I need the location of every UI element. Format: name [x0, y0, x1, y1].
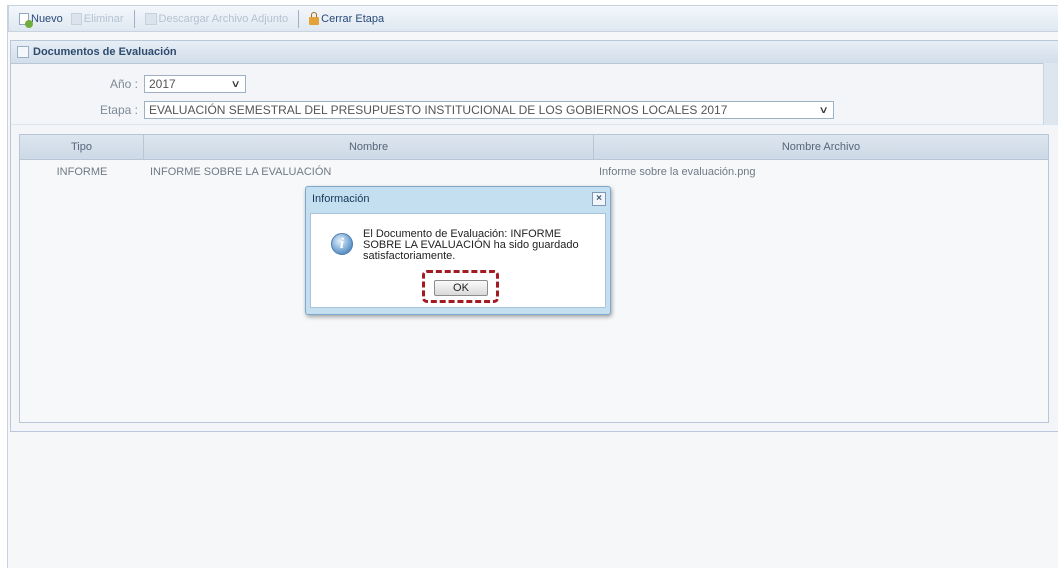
chevron-down-icon: ∨: [818, 104, 829, 116]
download-button-label: Descargar Archivo Adjunto: [158, 12, 289, 25]
panel-title: Documentos de Evaluación: [33, 46, 177, 58]
information-dialog: Información × i El Documento de Evaluaci…: [305, 186, 611, 315]
close-icon[interactable]: ×: [592, 192, 606, 206]
ok-button[interactable]: OK: [434, 280, 488, 296]
dialog-body: i El Documento de Evaluación: INFORME SO…: [310, 213, 606, 308]
panel-header: Documentos de Evaluación: [11, 41, 1058, 64]
stage-row: Etapa : EVALUACIÓN SEMESTRAL DEL PRESUPU…: [11, 101, 834, 119]
document-icon: [17, 46, 29, 58]
cell-nombre-archivo: Informe sobre la evaluación.png: [599, 166, 756, 178]
year-label: Año :: [109, 77, 138, 91]
year-row: Año : 2017 ∨: [11, 75, 246, 93]
dialog-title: Información: [312, 193, 370, 205]
new-button[interactable]: Nuevo: [15, 9, 67, 29]
cell-tipo: INFORME: [56, 166, 108, 178]
delete-button-label: Eliminar: [83, 12, 124, 25]
toolbar-separator: [298, 9, 300, 28]
grid-header: Tipo Nombre Nombre Archivo: [20, 135, 1048, 160]
new-document-icon: [19, 12, 33, 28]
dialog-titlebar[interactable]: Información ×: [306, 187, 610, 211]
filter-form: Año : 2017 ∨ Etapa : EVALUACIÓN SEMESTRA…: [11, 64, 1058, 125]
close-stage-button[interactable]: Cerrar Etapa: [305, 9, 388, 29]
dialog-message: El Documento de Evaluación: INFORME SOBR…: [363, 228, 579, 262]
column-header-tipo[interactable]: Tipo: [20, 135, 144, 159]
toolbar: Nuevo Eliminar Descargar Archivo Adjunto…: [8, 5, 1058, 32]
delete-icon: [70, 12, 82, 25]
download-icon: [144, 12, 157, 25]
close-stage-label: Cerrar Etapa: [321, 12, 385, 25]
cell-nombre: INFORME SOBRE LA EVALUACIÓN: [150, 166, 332, 178]
stage-label: Etapa :: [99, 103, 138, 117]
table-row[interactable]: INFORME INFORME SOBRE LA EVALUACIÓN Info…: [20, 160, 1048, 184]
column-header-nombre-archivo[interactable]: Nombre Archivo: [594, 135, 1048, 159]
info-icon: i: [331, 233, 353, 255]
year-select[interactable]: 2017 ∨: [144, 75, 246, 93]
vertical-scrollbar[interactable]: [1043, 63, 1058, 125]
column-header-nombre[interactable]: Nombre: [144, 135, 594, 159]
chevron-down-icon: ∨: [230, 78, 241, 90]
new-button-label: Nuevo: [31, 12, 63, 25]
lock-icon: [309, 11, 320, 25]
year-select-value: 2017: [149, 77, 176, 91]
stage-select[interactable]: EVALUACIÓN SEMESTRAL DEL PRESUPUESTO INS…: [144, 101, 834, 119]
toolbar-separator: [133, 9, 135, 28]
delete-button[interactable]: Eliminar: [67, 9, 128, 29]
download-attachment-button[interactable]: Descargar Archivo Adjunto: [141, 9, 293, 29]
stage-select-value: EVALUACIÓN SEMESTRAL DEL PRESUPUESTO INS…: [149, 103, 728, 117]
